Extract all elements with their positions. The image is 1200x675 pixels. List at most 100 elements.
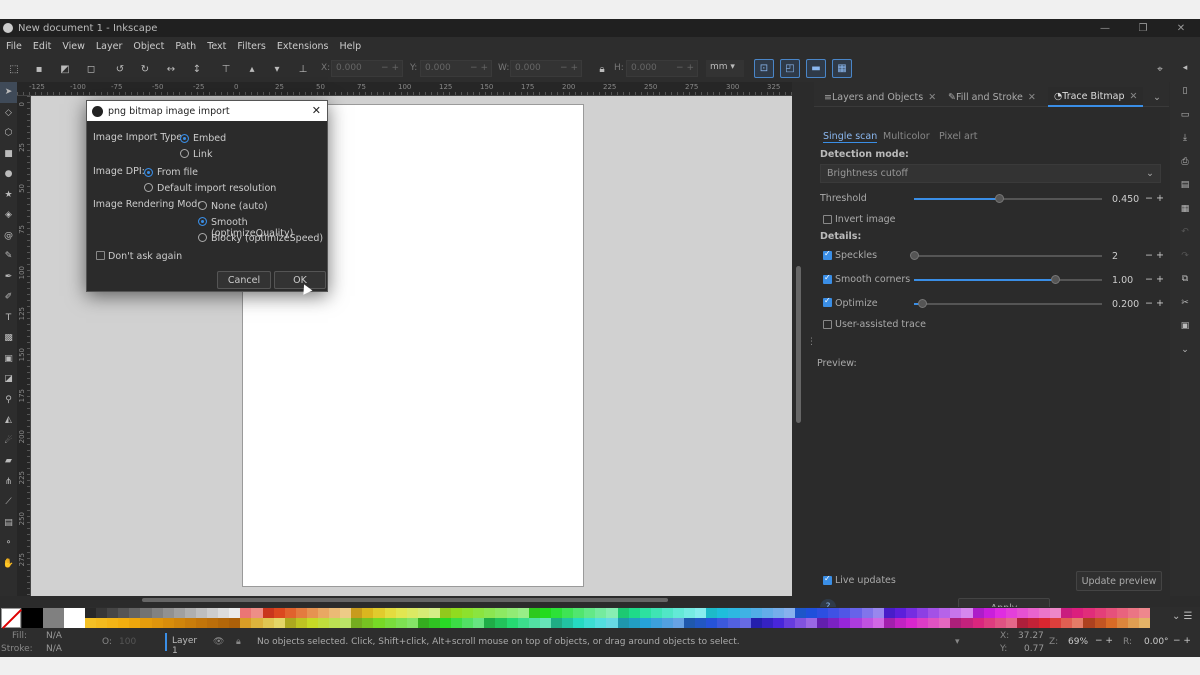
palette-swatch[interactable] — [628, 618, 640, 628]
menu-path[interactable]: Path — [169, 41, 201, 52]
import-icon[interactable]: ▤ — [1170, 174, 1200, 198]
select-same-icon[interactable]: ◻ — [83, 61, 99, 77]
palette-swatch[interactable] — [606, 618, 618, 628]
optimize-knob[interactable] — [917, 299, 927, 308]
palette-swatch[interactable] — [528, 618, 540, 628]
palette-swatch[interactable] — [539, 618, 551, 628]
move-gradients-icon[interactable]: ▬ — [806, 59, 826, 78]
menu-text[interactable]: Text — [201, 41, 231, 52]
palette-swatch[interactable] — [950, 618, 962, 628]
smooth-corners-spin[interactable]: 1.00 − + — [1112, 273, 1164, 290]
palette-swatch[interactable] — [107, 618, 119, 628]
lower-to-bottom-icon[interactable]: ⊥ — [295, 61, 311, 77]
stroke-value[interactable]: N/A — [46, 644, 62, 654]
palette-swatch[interactable] — [817, 618, 829, 628]
blocky-radio[interactable] — [198, 233, 207, 242]
select-all-icon[interactable]: ⬚ — [6, 61, 22, 77]
palette-swatch[interactable] — [317, 608, 330, 618]
palette-swatch[interactable] — [373, 608, 385, 618]
rotate-value[interactable]: 0.00° — [1144, 637, 1169, 647]
palette-swatch[interactable] — [650, 618, 662, 628]
palette-swatch[interactable] — [639, 608, 651, 618]
palette-swatch[interactable] — [329, 608, 341, 618]
swatch-white[interactable] — [64, 608, 85, 628]
palette-swatch[interactable] — [761, 618, 773, 628]
palette-swatch[interactable] — [595, 608, 607, 618]
palette-swatch[interactable] — [306, 608, 318, 618]
save-icon[interactable]: ⤓ — [1170, 127, 1200, 151]
rotate-cw-icon[interactable]: ↻ — [137, 61, 153, 77]
palette-swatch[interactable] — [295, 618, 307, 628]
palette-swatch[interactable] — [1050, 618, 1062, 628]
palette-swatch[interactable] — [195, 608, 208, 618]
raise-to-top-icon[interactable]: ⊤ — [218, 61, 234, 77]
palette-swatch[interactable] — [961, 608, 973, 618]
shape-builder-icon[interactable]: ⬡ — [0, 123, 17, 144]
tab-menu-chevron-icon[interactable]: ⌄ — [1153, 87, 1161, 107]
ruler-vertical[interactable]: 0 25 50 75 100 125 150 175 200 225 250 275 — [17, 96, 31, 596]
speckles-knob[interactable] — [910, 251, 919, 260]
palette-swatch[interactable] — [1127, 618, 1139, 628]
pen-tool-icon[interactable]: ✒ — [0, 267, 17, 288]
tab-fill-close-icon[interactable]: ✕ — [1028, 92, 1036, 103]
smooth-corners-checkbox[interactable] — [823, 273, 832, 284]
palette-swatch[interactable] — [462, 608, 474, 618]
maximize-icon[interactable]: ❐ — [1124, 19, 1162, 37]
zoom-spin-icon[interactable]: − + — [1095, 636, 1113, 646]
y-spin-icon[interactable]: − + — [470, 63, 488, 73]
palette-swatch[interactable] — [795, 618, 807, 628]
palette-swatch[interactable] — [617, 618, 629, 628]
flip-horizontal-icon[interactable]: ↔ — [163, 61, 179, 77]
speckles-spin[interactable]: 2 − + — [1112, 249, 1164, 266]
cut-icon[interactable]: ✂ — [1170, 291, 1200, 315]
palette-swatch[interactable] — [173, 608, 185, 618]
palette-swatch[interactable] — [1094, 608, 1106, 618]
palette-swatch[interactable] — [451, 608, 463, 618]
speckles-spin-icon[interactable]: − + — [1145, 250, 1164, 261]
palette-swatch[interactable] — [728, 618, 740, 628]
vertical-scrollbar[interactable] — [796, 266, 801, 423]
h-spin-icon[interactable]: − + — [676, 63, 694, 73]
invert-checkbox[interactable] — [823, 215, 832, 224]
zoom-dropdown-icon[interactable]: ▾ — [955, 637, 960, 647]
layer-lock-icon[interactable]: 🔒︎ — [236, 637, 241, 647]
palette-swatch[interactable] — [1083, 618, 1095, 628]
palette-swatch[interactable] — [1105, 608, 1117, 618]
palette-swatch[interactable] — [85, 618, 97, 628]
palette-swatch[interactable] — [595, 618, 607, 628]
new-document-icon[interactable]: ▯ — [1170, 80, 1200, 104]
palette-swatch[interactable] — [384, 608, 396, 618]
palette-swatch[interactable] — [839, 618, 851, 628]
none-auto-radio[interactable] — [198, 201, 207, 210]
palette-swatch[interactable] — [839, 608, 851, 618]
palette-swatch[interactable] — [506, 608, 518, 618]
palette-swatch[interactable] — [1027, 618, 1040, 628]
palette-swatch[interactable] — [650, 608, 662, 618]
menu-filters[interactable]: Filters — [231, 41, 270, 52]
palette-swatch[interactable] — [783, 618, 795, 628]
palette-swatch[interactable] — [140, 618, 152, 628]
dont-ask-checkbox[interactable] — [96, 251, 105, 260]
redo-icon[interactable]: ↷ — [1170, 244, 1200, 268]
palette-swatch[interactable] — [273, 608, 285, 618]
palette-swatch[interactable] — [417, 608, 429, 618]
menu-file[interactable]: File — [0, 41, 27, 52]
close-window-icon[interactable]: ✕ — [1162, 19, 1200, 37]
palette-swatch[interactable] — [584, 608, 596, 618]
palette-swatch[interactable] — [706, 618, 718, 628]
palette-swatch[interactable] — [828, 618, 840, 628]
palette-swatch[interactable] — [1039, 608, 1051, 618]
palette-swatch[interactable] — [1127, 608, 1139, 618]
palette-swatch[interactable] — [406, 618, 418, 628]
palette-swatch[interactable] — [162, 608, 174, 618]
no-paint-swatch[interactable] — [1, 608, 21, 628]
text-tool-icon[interactable]: T — [0, 308, 17, 329]
optimize-checkbox[interactable] — [823, 296, 832, 307]
palette-swatch[interactable] — [828, 608, 840, 618]
optimize-spin-icon[interactable]: − + — [1145, 298, 1164, 309]
palette-swatch[interactable] — [917, 618, 929, 628]
palette-swatch[interactable] — [806, 618, 818, 628]
palette-swatch[interactable] — [528, 608, 540, 618]
subtab-single-scan[interactable]: Single scan — [823, 131, 878, 143]
optimize-spin[interactable]: 0.200 − + — [1112, 297, 1164, 314]
